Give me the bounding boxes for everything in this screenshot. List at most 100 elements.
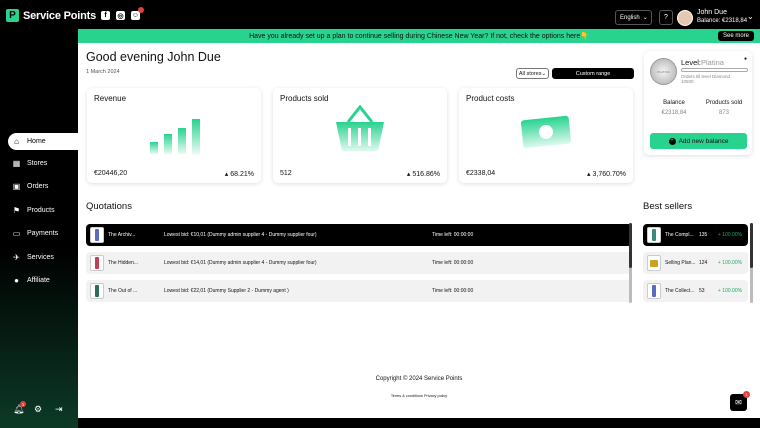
page-title: Good evening John Due — [86, 50, 221, 64]
affiliate-icon: ● — [14, 276, 19, 285]
sidebar-item-products[interactable]: ⚑ Products — [8, 202, 78, 219]
products-sold-stat: Products sold 873 — [705, 100, 743, 116]
table-row[interactable]: The Archiv... Lowest bid: €10,01 (Dummy … — [86, 224, 632, 246]
sidebar-item-stores[interactable]: ▦ Stores — [8, 155, 78, 172]
sidebar-item-home[interactable]: ⌂ Home — [8, 133, 78, 150]
gear-icon[interactable]: ⚙ — [34, 404, 42, 415]
sidebar-item-label: Stores — [27, 160, 48, 167]
best-sellers-title: Best sellers — [643, 201, 693, 212]
sidebar-item-label: Affiliate — [27, 277, 50, 284]
language-label: English — [620, 14, 640, 21]
orders-icon: ▣ — [12, 182, 21, 191]
list-item[interactable]: The Collect... 53 + 100.00% — [643, 280, 748, 302]
bar-chart-icon — [150, 119, 200, 154]
quotation-time: Time left: 00:00:00 — [432, 232, 474, 238]
seller-name: The Collect... — [665, 288, 695, 294]
card-change: ▴ 68.21% — [224, 171, 254, 178]
quotation-bid: Lowest bid: €10,01 (Dummy admin supplier… — [164, 232, 317, 238]
store-filter-select[interactable]: All stores ⌄ — [516, 68, 549, 79]
user-name[interactable]: John Due — [697, 9, 727, 16]
discord-icon[interactable]: ☺ — [131, 7, 144, 20]
card-change: ▴ 3,760.70% — [587, 171, 626, 178]
discord-badge — [138, 7, 144, 13]
scroll-thumb[interactable] — [750, 223, 753, 268]
seller-name: The Compl... — [665, 232, 694, 238]
seller-change: + 100.00% — [718, 232, 743, 238]
bell-icon[interactable]: 🔔︎ 3 — [13, 401, 26, 415]
store-icon: ▦ — [12, 159, 21, 168]
balance-stat: Balance €2318,84 — [661, 100, 687, 116]
product-thumbnail — [90, 283, 104, 299]
custom-range-button[interactable]: Custom range — [552, 68, 634, 79]
card-title: Revenue — [94, 94, 127, 103]
card-change: ▴ 516.86% — [406, 171, 440, 178]
seller-count: 53 — [699, 288, 705, 294]
sidebar-item-label: Home — [27, 138, 46, 145]
home-icon: ⌂ — [14, 137, 19, 146]
product-thumbnail — [647, 283, 661, 299]
product-thumbnail — [90, 227, 104, 243]
product-costs-card: Product costs €2338,04 ▴ 3,760.70% — [459, 88, 633, 183]
facebook-icon[interactable]: f — [101, 11, 110, 20]
product-thumbnail — [647, 255, 661, 271]
product-thumbnail — [90, 255, 104, 271]
sidebar-item-label: Services — [27, 254, 54, 261]
seller-count: 135 — [699, 232, 708, 238]
level-note: Orders till level Diamond 10500 — [681, 74, 731, 84]
best-sellers-list: The Compl... 135 + 100.00% Selling Plan.… — [643, 223, 753, 303]
chat-button[interactable]: ✉ 1 — [730, 391, 750, 411]
chevron-down-icon: ⌄ — [541, 70, 547, 77]
instagram-icon[interactable]: ◎ — [116, 11, 125, 20]
payments-icon: ▭ — [12, 229, 21, 238]
card-value: €2338,04 — [466, 170, 496, 177]
brand[interactable]: P Service Points — [6, 9, 96, 22]
seller-change: + 100.00% — [718, 260, 743, 266]
sidebar-item-affiliate[interactable]: ● Affiliate — [8, 272, 78, 289]
date-label: 1 March 2024 — [86, 69, 120, 75]
table-row[interactable]: The Out of ... Lowest bid: €22,01 (Dummy… — [86, 280, 632, 302]
see-more-button[interactable]: See more — [717, 31, 754, 41]
language-select[interactable]: English ⌄ — [615, 10, 652, 25]
list-item[interactable]: The Compl... 135 + 100.00% — [643, 224, 748, 246]
add-balance-button[interactable]: + Add new balance — [650, 133, 747, 149]
banner-text: Have you already set up a plan to contin… — [249, 33, 589, 40]
best-sellers-scrollbar[interactable] — [750, 223, 753, 303]
user-balance: Balance: €2318,84 — [697, 18, 748, 24]
seller-change: + 100.00% — [718, 288, 743, 294]
card-value: 512 — [280, 170, 292, 177]
main-content: Good evening John Due 1 March 2024 All s… — [78, 43, 760, 418]
list-item[interactable]: Selling Plan... 124 + 100.00% — [643, 252, 748, 274]
scroll-thumb[interactable] — [629, 223, 632, 268]
plus-circle-icon: + — [668, 137, 676, 145]
logout-icon[interactable]: ⇥ — [55, 404, 63, 415]
quotation-bid: Lowest bid: €14,01 (Dummy admin supplier… — [164, 260, 317, 266]
social-links: f ◎ ☺ — [101, 7, 144, 20]
sidebar-item-label: Products — [27, 207, 55, 214]
card-title: Products sold — [280, 94, 329, 103]
help-button[interactable]: ? — [659, 10, 673, 25]
sidebar-item-payments[interactable]: ▭ Payments — [8, 225, 78, 242]
level-progress-bar — [681, 68, 748, 72]
quotations-scrollbar[interactable] — [629, 223, 632, 303]
chevron-down-icon[interactable]: ⌄ — [747, 12, 754, 21]
quotations-title: Quotations — [86, 201, 132, 212]
info-icon[interactable]: ● — [744, 56, 747, 62]
sidebar-item-orders[interactable]: ▣ Orders — [8, 178, 78, 195]
sidebar-item-label: Payments — [27, 230, 59, 237]
quotation-time: Time left: 00:00:00 — [432, 260, 474, 266]
services-icon: ✈ — [13, 253, 20, 262]
balance-card: PLATINA Level:Platina ● Orders till leve… — [644, 51, 752, 155]
brand-name: Service Points — [23, 9, 97, 22]
basket-icon — [336, 104, 384, 151]
sidebar: ⌂ Home ▦ Stores ▣ Orders ⚑ Products ▭ Payment… — [0, 29, 78, 428]
card-title: Product costs — [466, 94, 515, 103]
top-bar: P Service Points f ◎ ☺ English ⌄ ? John D… — [0, 0, 760, 29]
avatar[interactable] — [677, 10, 693, 26]
quotations-list: The Archiv... Lowest bid: €10,01 (Dummy … — [86, 223, 632, 303]
card-value: €20446,20 — [94, 170, 128, 177]
notification-badge: 3 — [20, 401, 26, 407]
sidebar-item-services[interactable]: ✈ Services — [8, 249, 78, 266]
table-row[interactable]: The Hidden... Lowest bid: €14,01 (Dummy … — [86, 252, 632, 274]
announcement-banner: Have you already set up a plan to contin… — [78, 29, 760, 43]
footer-links[interactable]: Terms & conditions Privacy policy — [78, 394, 760, 398]
